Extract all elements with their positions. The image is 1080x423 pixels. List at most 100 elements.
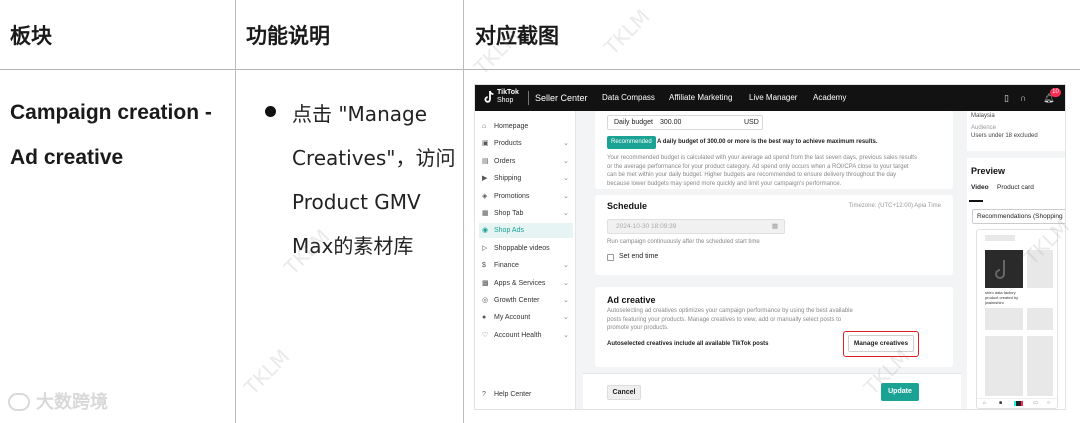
- daily-budget-value[interactable]: 300.00: [660, 119, 681, 126]
- budget-explanation: Your recommended budget is calculated wi…: [607, 155, 917, 187]
- video-thumbnail: [985, 250, 1023, 288]
- sidebar-item-products[interactable]: ▣ Products ⌄: [479, 136, 573, 151]
- schedule-card: Schedule Timezone: (UTC+12:00) Apia Time…: [595, 195, 953, 275]
- start-date-input[interactable]: 2024-10-30 18:09:39 ▦: [607, 219, 785, 234]
- nav-data-compass[interactable]: Data Compass: [602, 93, 655, 102]
- watermark: TKLM: [239, 344, 295, 400]
- cancel-button[interactable]: Cancel: [607, 385, 641, 400]
- box-icon: ▣: [482, 140, 489, 148]
- preview-placeholder: [1027, 308, 1053, 330]
- shop-icon: ▦: [482, 210, 489, 217]
- video-icon: ▷: [482, 244, 488, 252]
- chevron-down-icon: ⌄: [563, 314, 569, 322]
- chevron-down-icon: ⌄: [563, 297, 569, 304]
- timezone-label: Timezone: (UTC+12:00) Apia Time: [848, 203, 941, 209]
- account-icon: ●: [482, 314, 487, 322]
- chevron-down-icon: ⌄: [563, 157, 569, 165]
- shop-icon: ■: [999, 400, 1003, 406]
- sidebar-item-label: Promotions: [494, 192, 530, 200]
- chevron-down-icon: ⌄: [563, 140, 569, 148]
- growth-icon: ◎: [482, 297, 489, 304]
- recommended-note: A daily budget of 300.00 or more is the …: [657, 139, 878, 145]
- region-value: Malaysia: [971, 113, 995, 119]
- audience-label: Audience: [971, 125, 997, 131]
- tiktok-logo-icon: [484, 90, 494, 103]
- column-divider: [463, 0, 464, 423]
- sidebar-item-orders[interactable]: ▤ Orders ⌄: [479, 154, 573, 169]
- sidebar-item-finance[interactable]: $ Finance ⌄: [479, 258, 573, 273]
- nav-affiliate-marketing[interactable]: Affiliate Marketing: [669, 93, 732, 102]
- profile-icon: ○: [1047, 400, 1051, 406]
- column-divider: [235, 0, 236, 423]
- nav-live-manager[interactable]: Live Manager: [749, 93, 797, 102]
- set-end-time-label: Set end time: [619, 253, 659, 260]
- sidebar-item-label: Apps & Services: [494, 279, 546, 287]
- chevron-down-icon: ⌄: [563, 279, 569, 287]
- tab-product-card[interactable]: Product card: [997, 184, 1034, 191]
- sidebar-item-growth-center[interactable]: ◎ Growth Center ⌄: [479, 293, 573, 308]
- sidebar-item-my-account[interactable]: ● My Account ⌄: [479, 310, 573, 325]
- document-table: 板块 功能说明 对应截图 Campaign creation - Ad crea…: [0, 0, 1080, 423]
- budget-card: Daily budget 300.00 USD Recommended A da…: [595, 111, 953, 189]
- sidebar-item-apps-services[interactable]: ▩ Apps & Services ⌄: [479, 276, 573, 291]
- header-module: 板块: [10, 24, 52, 48]
- ad-creative-title: Ad creative: [607, 295, 656, 305]
- table-header-row: 板块 功能说明 对应截图: [0, 0, 1080, 70]
- sidebar-item-help-center[interactable]: ? Help Center: [479, 387, 573, 402]
- preview-placeholder: [1027, 336, 1053, 396]
- help-icon: ?: [482, 391, 486, 398]
- sidebar-item-account-health[interactable]: ♡ Account Health ⌄: [479, 328, 573, 343]
- sidebar-item-shop-tab[interactable]: ▦ Shop Tab ⌄: [479, 206, 573, 221]
- sidebar-item-label: Shop Tab: [494, 210, 524, 217]
- manage-creatives-button[interactable]: Manage creatives: [848, 335, 914, 352]
- recommended-badge: Recommended: [607, 136, 656, 149]
- sidebar-item-label: Shoppable videos: [494, 244, 550, 252]
- chevron-down-icon: ⌄: [563, 210, 569, 217]
- seller-center-title[interactable]: Seller Center: [535, 93, 588, 103]
- sidebar-item-homepage[interactable]: ⌂ Homepage: [479, 119, 573, 134]
- apps-icon: ▩: [482, 279, 489, 287]
- preview-title: Preview: [971, 166, 1006, 176]
- ads-icon: ◉: [482, 227, 489, 235]
- nav-academy[interactable]: Academy: [813, 93, 846, 102]
- preview-placeholder: [985, 308, 1023, 330]
- form-footer: Cancel Update: [583, 373, 961, 409]
- sidebar-item-shoppable-videos[interactable]: ▷ Shoppable videos: [479, 241, 573, 256]
- daily-budget-field[interactable]: Daily budget 300.00 USD: [607, 115, 763, 130]
- sidebar-item-label: Finance: [494, 262, 519, 270]
- headset-icon[interactable]: ∩: [1020, 93, 1026, 103]
- sidebar-item-label: Shop Ads: [494, 227, 524, 235]
- calendar-icon[interactable]: ▦: [772, 220, 778, 233]
- topbar-divider: [528, 91, 529, 105]
- phone-icon[interactable]: ▯: [1004, 93, 1009, 104]
- sidebar: ? Help Center ⌂ Homepage ▣ Products ⌄ ▤ Orders…: [475, 111, 576, 409]
- ad-creative-description: Autoselecting ad creatives optimizes you…: [607, 308, 853, 331]
- chevron-down-icon: ⌄: [563, 175, 569, 183]
- sidebar-item-label: Orders: [494, 157, 516, 165]
- home-icon: ⌂: [983, 400, 987, 406]
- create-icon: [1014, 401, 1023, 406]
- chevron-down-icon: ⌄: [563, 192, 569, 200]
- schedule-hint: Run campaign continuously after the sche…: [607, 239, 760, 245]
- sidebar-item-label: My Account: [494, 314, 531, 322]
- tag-icon: ◈: [482, 192, 488, 200]
- tiktok-watermark-icon: [995, 260, 1005, 279]
- daily-budget-label: Daily budget: [614, 119, 653, 126]
- sidebar-item-shop-ads[interactable]: ◉ Shop Ads: [479, 223, 573, 239]
- seller-center-screenshot: TikTok Shop Seller Center Data Compass A…: [474, 84, 1066, 410]
- tiktok-shop-logo[interactable]: TikTok Shop: [497, 89, 519, 105]
- sidebar-item-label: Account Health: [494, 331, 542, 339]
- finance-icon: $: [482, 262, 486, 270]
- tab-video[interactable]: Video: [971, 184, 989, 191]
- sidebar-item-shipping[interactable]: ▶ Shipping ⌄: [479, 171, 573, 186]
- schedule-title: Schedule: [607, 201, 648, 211]
- manage-creatives-highlight: Manage creatives: [843, 331, 919, 357]
- chevron-down-icon: ⌄: [563, 262, 569, 270]
- preview-placeholder: [985, 336, 1023, 396]
- set-end-time-checkbox[interactable]: [607, 254, 614, 261]
- audience-value: Users under 18 excluded: [971, 133, 1038, 139]
- sidebar-item-promotions[interactable]: ◈ Promotions ⌄: [479, 189, 573, 204]
- module-name: Campaign creation - Ad creative: [10, 101, 212, 169]
- brand-logo-icon: [8, 393, 30, 411]
- orders-icon: ▤: [482, 157, 489, 165]
